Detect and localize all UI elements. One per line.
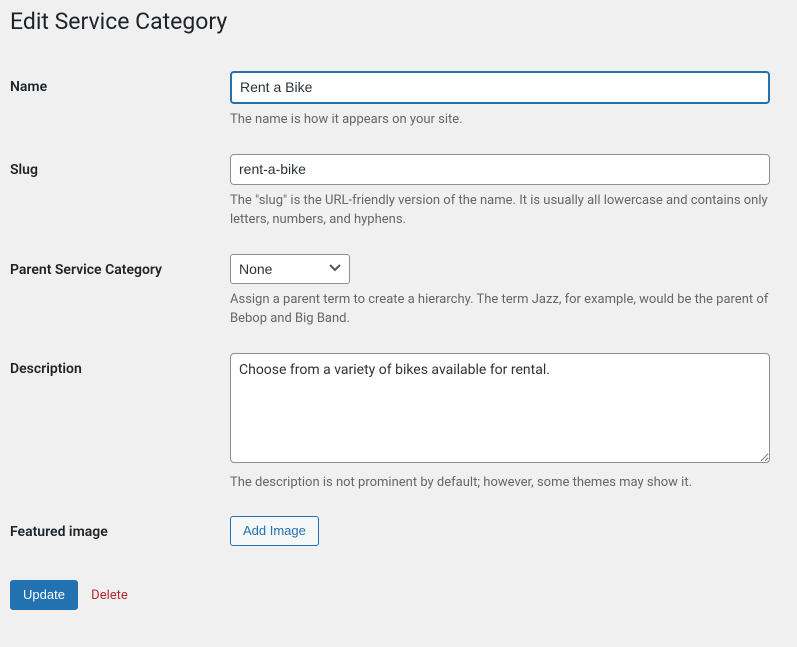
description-help: The description is not prominent by defa… — [230, 473, 770, 493]
name-help: The name is how it appears on your site. — [230, 110, 770, 130]
delete-link[interactable]: Delete — [91, 588, 128, 603]
page-title: Edit Service Category — [10, 8, 787, 35]
slug-input[interactable] — [230, 154, 770, 185]
featured-image-label: Featured image — [10, 504, 230, 560]
description-label: Description — [10, 341, 230, 505]
parent-help: Assign a parent term to create a hierarc… — [230, 290, 770, 329]
edit-form: Name The name is how it appears on your … — [10, 59, 787, 560]
slug-help: The "slug" is the URL-friendly version o… — [230, 191, 770, 230]
add-image-button[interactable]: Add Image — [230, 516, 319, 546]
parent-select[interactable]: None — [230, 254, 350, 284]
description-textarea[interactable] — [230, 353, 770, 463]
slug-label: Slug — [10, 142, 230, 242]
update-button[interactable]: Update — [10, 580, 78, 610]
submit-row: Update Delete — [10, 580, 787, 610]
name-input[interactable] — [230, 71, 770, 104]
parent-label: Parent Service Category — [10, 242, 230, 341]
name-label: Name — [10, 59, 230, 142]
